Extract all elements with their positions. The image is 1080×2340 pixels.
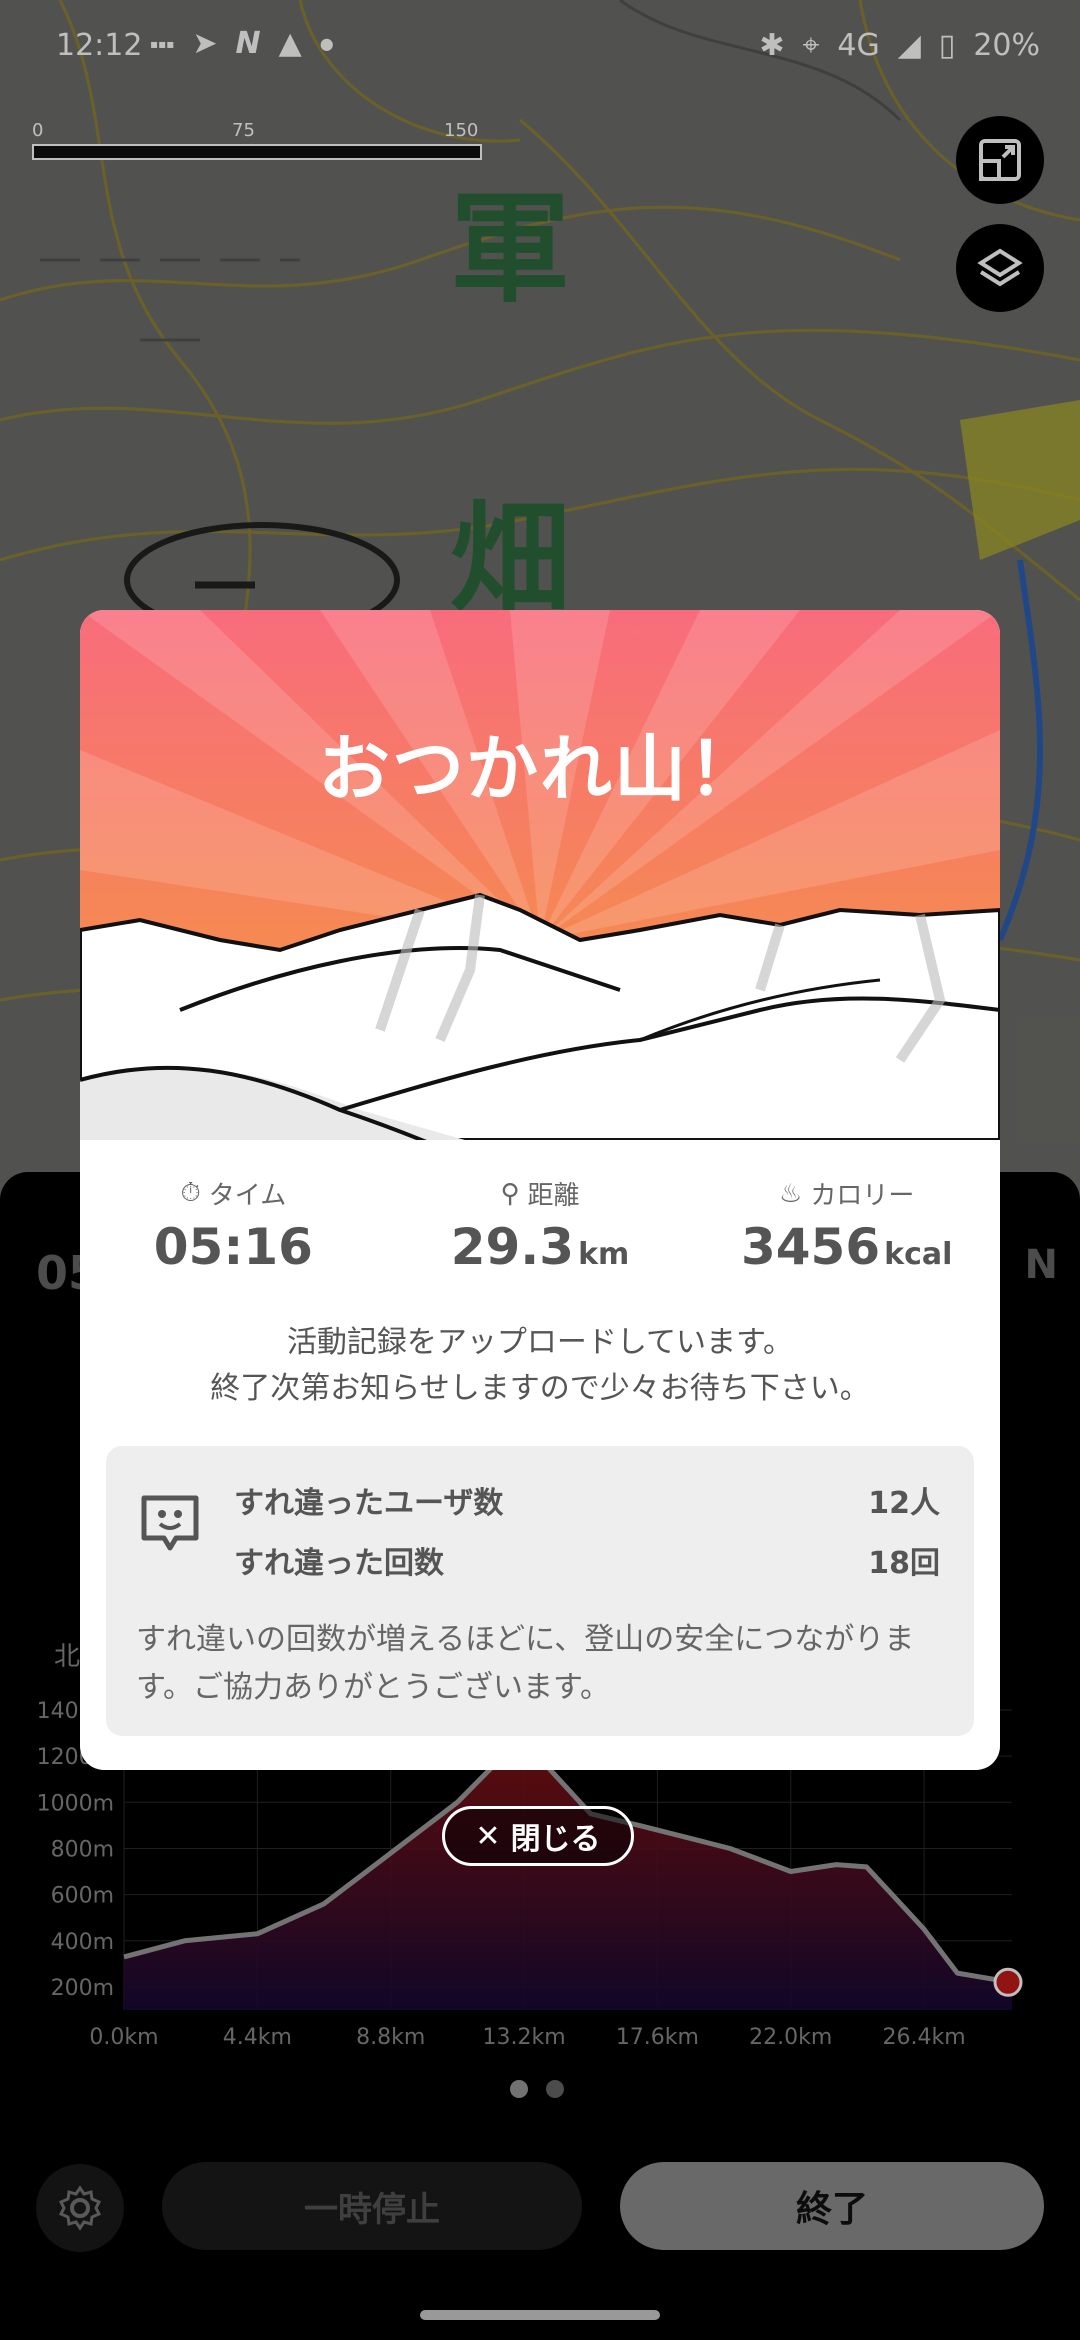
encounter-box: すれ違ったユーザ数 12人 すれ違った回数 18回 すれ違いの回数が増えるほどに… <box>106 1446 974 1736</box>
flame-icon: ♨ <box>779 1178 803 1209</box>
activity-stats: ⏱ タイム 05:16 ⚲ 距離 29.3 km ♨ カロリー 3456 kcal <box>80 1175 1000 1276</box>
close-icon: ✕ <box>475 1818 501 1854</box>
encounter-users-value: 12人 <box>868 1486 940 1521</box>
stat-calorie-value: 3456 <box>740 1218 881 1276</box>
upload-message-line1: 活動記録をアップロードしています。 <box>286 1325 794 1360</box>
encounter-users-label: すれ違ったユーザ数 <box>234 1486 504 1521</box>
close-button[interactable]: ✕ 閉じる <box>442 1806 634 1866</box>
dialog-title: おつかれ山！ <box>317 727 762 811</box>
upload-message: 活動記録をアップロードしています。 終了次第お知らせしますので少々お待ち下さい。 <box>80 1320 1000 1412</box>
stat-calorie-unit: kcal <box>884 1237 953 1272</box>
encounter-icon <box>141 1495 199 1551</box>
stat-time-label: タイム <box>208 1181 287 1211</box>
encounter-note: すれ違いの回数が増えるほどに、登山の安全につながります。ご協力ありがとうございま… <box>136 1622 915 1705</box>
encounter-count-row: すれ違った回数 18回 <box>234 1538 940 1582</box>
stat-time: ⏱ タイム 05:16 <box>80 1175 387 1276</box>
encounter-count-value: 18回 <box>868 1546 940 1581</box>
stat-distance-unit: km <box>578 1237 630 1272</box>
route-icon: ⚲ <box>500 1178 520 1209</box>
stat-distance: ⚲ 距離 29.3 km <box>387 1175 694 1277</box>
completion-dialog: おつかれ山！ ⏱ タイム 05:16 ⚲ 距離 29.3 km ♨ カロリー 3456 k… <box>80 610 1000 1770</box>
stat-time-value: 05:16 <box>153 1218 313 1276</box>
upload-message-line2: 終了次第お知らせしますので少々お待ち下さい。 <box>210 1371 870 1406</box>
mountain-illustration <box>80 610 1000 1140</box>
stat-calorie: ♨ カロリー 3456 kcal <box>693 1175 1000 1277</box>
stopwatch-icon: ⏱ <box>180 1178 201 1208</box>
close-label: 閉じる <box>510 1822 601 1857</box>
encounter-count-label: すれ違った回数 <box>234 1546 444 1581</box>
stat-distance-label: 距離 <box>527 1181 580 1211</box>
stat-distance-value: 29.3 <box>450 1218 575 1276</box>
stat-calorie-label: カロリー <box>810 1181 915 1211</box>
encounter-users-row: すれ違ったユーザ数 12人 <box>234 1478 940 1522</box>
